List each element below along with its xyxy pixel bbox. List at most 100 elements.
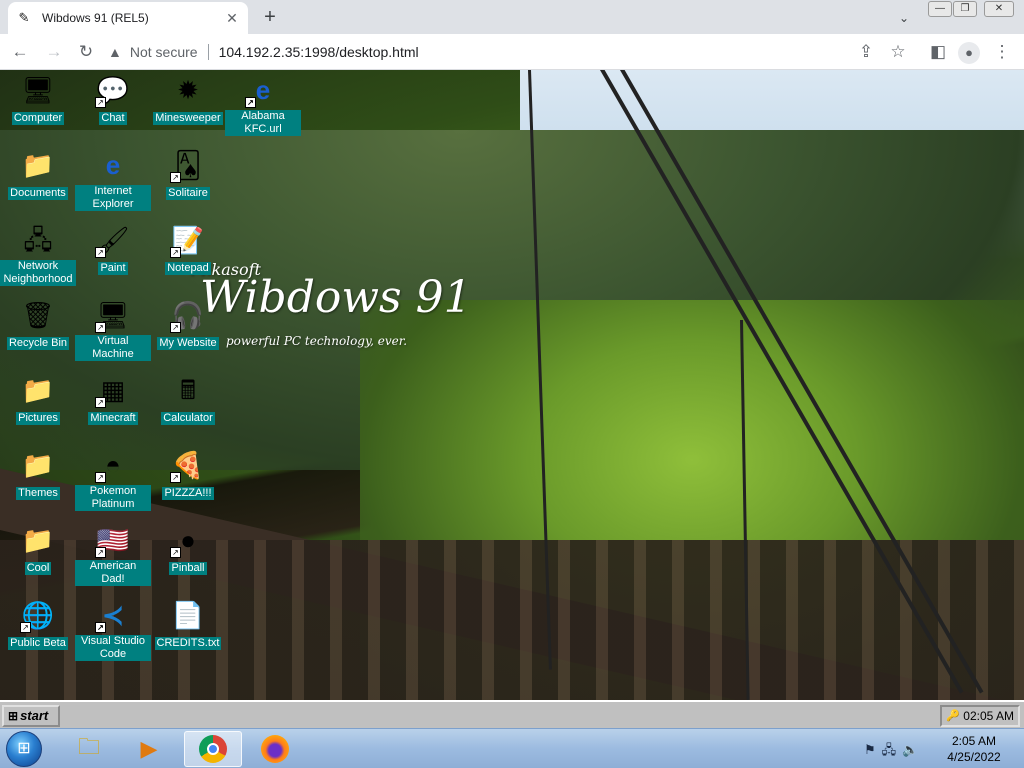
- window-minimize-button[interactable]: —: [928, 1, 952, 17]
- profile-avatar-icon[interactable]: ●: [958, 42, 980, 64]
- desktop-icon-my-website[interactable]: 🎧 ↗ My Website: [150, 295, 226, 365]
- network-icon: 🖧: [23, 225, 53, 255]
- os-clock[interactable]: 2:05 AM 4/25/2022: [936, 733, 1012, 765]
- windows-start-orb-icon[interactable]: ⊞: [6, 731, 42, 767]
- desktop-icon-cool[interactable]: 📁 Cool: [0, 520, 76, 590]
- notepad-icon: 📝 ↗: [170, 225, 205, 258]
- taskbar-chrome-button[interactable]: [184, 731, 242, 767]
- w91-system-tray[interactable]: 🔑 02:05 AM: [940, 705, 1020, 727]
- system-tray-icons[interactable]: ⚑🖧🔈: [864, 741, 924, 763]
- desktop-icon-label: Visual Studio Code: [75, 635, 151, 661]
- desktop-icon-visual-studio-code[interactable]: ≺ ↗ Visual Studio Code: [75, 595, 151, 665]
- headphones-icon: 🎧 ↗: [170, 300, 205, 333]
- taskbar-explorer-button[interactable]: 🗀: [60, 731, 118, 767]
- ie-icon: e: [105, 150, 121, 180]
- url-text[interactable]: 104.192.2.35:1998/desktop.html: [219, 44, 419, 60]
- desktop-wallpaper[interactable]: Mikasoft Wibdows 91 powerful PC technolo…: [0, 70, 1024, 700]
- desktop-icon-label: Paint: [98, 262, 128, 275]
- tab-title: Wibdows 91 (REL5): [42, 11, 149, 25]
- flag-icon: 🇺🇸 ↗: [95, 525, 130, 558]
- desktop-icon-label: PIZZZA!!!: [162, 487, 214, 500]
- desktop-icon-alabama-kfc[interactable]: e ↗ Alabama KFC.url: [225, 70, 301, 140]
- desktop-icon-virtual-machine[interactable]: 🖥 ↗ Virtual Machine: [75, 295, 151, 365]
- start-label: start: [20, 708, 49, 723]
- taskbar-firefox-button[interactable]: [246, 731, 304, 767]
- desktop-icon-label: Public Beta: [8, 637, 68, 650]
- shortcut-arrow-icon: ↗: [170, 247, 181, 258]
- folder-icon: 🗀: [77, 734, 100, 759]
- desktop-icon-label: Solitaire: [166, 187, 210, 200]
- desktop-icon-public-beta[interactable]: 🌐 ↗ Public Beta: [0, 595, 76, 665]
- window-restore-button[interactable]: ❐: [953, 1, 977, 17]
- desktop-icon-pizzza[interactable]: 🍕 ↗ PIZZZA!!!: [150, 445, 226, 515]
- desktop-icon-label: American Dad!: [75, 560, 151, 586]
- desktop-icon-pinball[interactable]: ● ↗ Pinball: [150, 520, 226, 590]
- desktop-icon-solitaire[interactable]: 🂡 ↗ Solitaire: [150, 145, 226, 215]
- security-status-label[interactable]: Not secure: [130, 44, 198, 60]
- cards-icon: 🂡 ↗: [170, 147, 206, 183]
- desktop-icon-label: Documents: [8, 187, 68, 200]
- calculator-icon: 🖩: [180, 375, 196, 405]
- folder-icon: 📁: [21, 150, 55, 180]
- w91-taskbar: ⊞ start 🔑 02:05 AM: [0, 700, 1024, 728]
- desktop-icon-calculator[interactable]: 🖩 Calculator: [150, 370, 226, 440]
- back-arrow-icon[interactable]: ←: [8, 40, 32, 64]
- desktop-icon-notepad[interactable]: 📝 ↗ Notepad: [150, 220, 226, 290]
- desktop-icon-minecraft[interactable]: ▦ ↗ Minecraft: [75, 370, 151, 440]
- warning-triangle-icon[interactable]: ▲: [108, 44, 122, 60]
- volume-icon[interactable]: 🔈: [902, 742, 924, 757]
- desktop-icon-recycle-bin[interactable]: 🗑 Recycle Bin: [0, 295, 76, 365]
- tab-search-chevron-down-icon[interactable]: ⌄: [894, 8, 914, 28]
- address-bar[interactable]: ▲ Not secure 104.192.2.35:1998/desktop.h…: [108, 38, 848, 66]
- flag-notification-icon[interactable]: ⚑: [864, 742, 882, 757]
- globe-icon: 🌐 ↗: [20, 600, 55, 633]
- taskbar-media-player-button[interactable]: ▶: [120, 731, 178, 767]
- desktop-icon-label: Pokemon Platinum: [75, 485, 151, 511]
- share-icon[interactable]: ⇪: [854, 40, 878, 64]
- desktop-icon-label: CREDITS.txt: [154, 637, 222, 650]
- desktop-icon-label: Virtual Machine: [75, 335, 151, 361]
- os-clock-date: 4/25/2022: [947, 750, 1001, 764]
- computer-icon: 🖥 ↗: [95, 300, 130, 333]
- desktop-icon-minesweeper[interactable]: ✹ Minesweeper: [150, 70, 226, 140]
- window-close-button[interactable]: ✕: [984, 1, 1014, 17]
- desktop-icon-internet-explorer[interactable]: e Internet Explorer: [75, 145, 151, 215]
- desktop-icon-chat[interactable]: 💬 ↗ Chat: [75, 70, 151, 140]
- desktop-icon-label: Minecraft: [88, 412, 138, 425]
- network-icon[interactable]: 🖧: [882, 742, 903, 757]
- forward-arrow-icon[interactable]: →: [42, 40, 66, 64]
- recycle-bin-icon: 🗑: [21, 300, 55, 330]
- tab-close-icon[interactable]: ✕: [224, 10, 240, 26]
- desktop-icon-computer[interactable]: 🖥 Computer: [0, 70, 76, 140]
- bookmark-star-icon[interactable]: ☆: [886, 40, 910, 64]
- desktop-icon-network-neighborhood[interactable]: 🖧 Network Neighborhood: [0, 220, 76, 290]
- media-player-icon: ▶: [140, 736, 158, 761]
- folder-icon: 📁: [21, 525, 55, 555]
- browser-tab-active[interactable]: ✎ Wibdows 91 (REL5) ✕: [8, 2, 248, 34]
- shortcut-arrow-icon: ↗: [95, 247, 106, 258]
- desktop-icon-credits-txt[interactable]: 📄 CREDITS.txt: [150, 595, 226, 665]
- desktop-icon-label: Chat: [99, 112, 127, 125]
- desktop-icon-pictures[interactable]: 📁 Pictures: [0, 370, 76, 440]
- shortcut-arrow-icon: ↗: [170, 472, 181, 483]
- start-logo-icon: ⊞: [8, 709, 19, 723]
- start-button[interactable]: ⊞ start: [2, 705, 60, 727]
- desktop-icon-american-dad[interactable]: 🇺🇸 ↗ American Dad!: [75, 520, 151, 590]
- desktop-icon-label: Network Neighborhood: [0, 260, 76, 286]
- shortcut-arrow-icon: ↗: [95, 472, 106, 483]
- reload-icon[interactable]: ↻: [74, 40, 98, 64]
- computer-icon: 🖥: [21, 75, 55, 105]
- kebab-menu-icon[interactable]: ⋮: [990, 40, 1014, 64]
- logo-name: Wibdows 91: [200, 272, 472, 323]
- paint-icon: 🖌 ↗: [95, 225, 130, 258]
- desktop-icon-documents[interactable]: 📁 Documents: [0, 145, 76, 215]
- site-favicon-icon: ✎: [18, 10, 30, 25]
- desktop-icon-label: Themes: [16, 487, 60, 500]
- new-tab-button[interactable]: +: [258, 6, 282, 30]
- desktop-icon-paint[interactable]: 🖌 ↗ Paint: [75, 220, 151, 290]
- desktop-icon-themes[interactable]: 📁 Themes: [0, 445, 76, 515]
- desktop-icon-label: Notepad: [165, 262, 211, 275]
- side-panel-icon[interactable]: ◧: [926, 40, 950, 64]
- desktop-icon-pokemon-platinum[interactable]: ◓ ↗ Pokemon Platinum: [75, 445, 151, 515]
- folder-icon: 📁: [21, 375, 55, 405]
